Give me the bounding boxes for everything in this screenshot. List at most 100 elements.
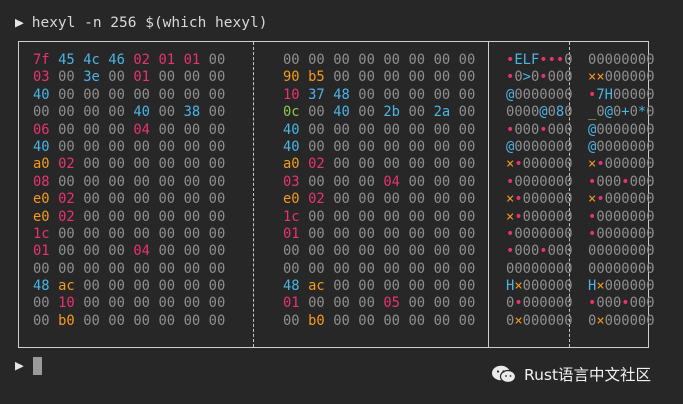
hex-bytes-left: 7f 45 4c 46 02 01 01 00 xyxy=(33,52,234,69)
hex-byte: b0 xyxy=(58,312,75,329)
ascii-left: H×000000 xyxy=(506,278,573,295)
hex-byte: 00 xyxy=(158,225,176,242)
hex-byte: 00 xyxy=(83,208,100,225)
hex-byte: 00 xyxy=(183,173,201,190)
hex-byte: 00 xyxy=(58,104,75,121)
hex-byte: 00 xyxy=(83,225,100,242)
hex-byte: 00 xyxy=(83,138,100,155)
hex-byte: 00 xyxy=(208,86,226,103)
ascii-left: ×•000000 xyxy=(506,208,573,225)
hex-byte: 40 xyxy=(33,86,50,103)
hex-byte: 00 xyxy=(333,278,350,295)
ascii-right: 00000000 xyxy=(588,52,655,68)
hex-byte: 00 xyxy=(408,208,426,225)
hex-byte: 00 xyxy=(283,312,300,329)
hex-byte: 00 xyxy=(133,86,150,103)
hex-byte: 00 xyxy=(183,156,201,173)
hex-byte: 05 xyxy=(383,295,400,312)
hex-bytes-right: e0 02 00 00 00 00 00 00 xyxy=(283,191,484,208)
hex-byte: 00 xyxy=(33,312,50,329)
hex-byte: 00 xyxy=(433,156,451,173)
hex-byte: 00 xyxy=(283,243,300,260)
hex-byte: 00 xyxy=(458,121,476,138)
hex-byte: 00 xyxy=(383,208,400,225)
hex-byte: 00 xyxy=(458,52,476,68)
hex-byte: 01 xyxy=(133,69,150,86)
ascii-left: 00000000 xyxy=(506,260,573,277)
hex-bytes-right: 90 b5 00 00 00 00 00 00 xyxy=(283,69,484,86)
hex-byte: 00 xyxy=(208,69,226,86)
hex-byte: 00 xyxy=(308,243,325,260)
hex-byte: 00 xyxy=(183,225,201,242)
hex-byte: 00 xyxy=(108,312,125,329)
hex-byte: 00 xyxy=(208,278,226,295)
hex-byte: 00 xyxy=(358,104,375,121)
hex-byte: 00 xyxy=(158,191,176,208)
terminal-cursor[interactable] xyxy=(33,357,42,375)
hex-byte: 00 xyxy=(308,138,325,155)
hex-byte: 04 xyxy=(133,243,150,260)
hex-byte: 00 xyxy=(158,295,176,312)
hex-bytes-left: 40 00 00 00 00 00 00 00 xyxy=(33,139,234,156)
hex-bytes-left: e0 02 00 00 00 00 00 00 xyxy=(33,191,234,208)
hex-byte: 00 xyxy=(433,225,451,242)
ascii-left: 0×000000 xyxy=(506,312,573,329)
hex-byte: 00 xyxy=(108,138,125,155)
hex-byte: 00 xyxy=(333,69,350,86)
hex-byte: 00 xyxy=(83,278,100,295)
hex-byte: 00 xyxy=(433,173,451,190)
hex-byte: 00 xyxy=(383,52,400,68)
hex-byte: 00 xyxy=(433,278,451,295)
hex-byte: 3e xyxy=(83,69,100,86)
ascii-right: ×•000000 xyxy=(588,191,655,208)
watermark-text: Rust语言中文社区 xyxy=(524,366,652,384)
hex-bytes-right: 03 00 00 00 04 00 00 00 xyxy=(283,174,484,191)
hex-byte: 00 xyxy=(358,243,375,260)
ascii-left: •000•000 xyxy=(506,243,573,260)
hex-byte: 00 xyxy=(158,104,176,121)
hex-byte: 45 xyxy=(58,52,75,68)
hex-byte: 00 xyxy=(158,173,176,190)
hex-byte: 00 xyxy=(458,173,476,190)
hex-byte: 00 xyxy=(408,295,426,312)
hex-byte: 00 xyxy=(358,208,375,225)
hex-byte: 00 xyxy=(358,278,375,295)
hex-byte: 00 xyxy=(408,69,426,86)
hex-byte: 08 xyxy=(33,173,50,190)
hex-byte: 00 xyxy=(333,52,350,68)
hex-byte: 7f xyxy=(33,52,50,68)
hex-byte: 02 xyxy=(58,208,75,225)
hex-bytes-left: 06 00 00 00 04 00 00 00 xyxy=(33,122,234,139)
ascii-left: 0•000000 xyxy=(506,295,573,312)
hex-byte: 40 xyxy=(133,104,150,121)
hex-bytes-left: 01 00 00 00 04 00 00 00 xyxy=(33,243,234,260)
hex-byte: 00 xyxy=(158,243,176,260)
hex-byte: 00 xyxy=(183,295,201,312)
hex-byte: 00 xyxy=(433,208,451,225)
hex-byte: 02 xyxy=(308,156,325,173)
hex-byte: 00 xyxy=(333,191,350,208)
hex-byte: 00 xyxy=(108,225,125,242)
hex-byte: 00 xyxy=(133,260,150,277)
hex-byte: 00 xyxy=(408,278,426,295)
hex-bytes-right: 0c 00 40 00 2b 00 2a 00 xyxy=(283,104,484,121)
hex-byte: 00 xyxy=(208,225,226,242)
hex-byte: 00 xyxy=(208,295,226,312)
hex-byte: 00 xyxy=(183,260,201,277)
hex-byte: 00 xyxy=(458,191,476,208)
hex-byte: 2b xyxy=(383,104,400,121)
hex-byte: 00 xyxy=(133,225,150,242)
hex-byte: 00 xyxy=(358,156,375,173)
hex-byte: ac xyxy=(308,278,325,295)
hex-byte: 00 xyxy=(433,243,451,260)
watermark: Rust语言中文社区 xyxy=(490,363,651,385)
hex-byte: 2a xyxy=(433,104,451,121)
hex-byte: 00 xyxy=(158,156,176,173)
hex-bytes-right: 01 00 00 00 00 00 00 00 xyxy=(283,226,484,243)
ascii-right: 00000000 xyxy=(588,243,655,260)
hex-byte: 00 xyxy=(383,243,400,260)
hex-byte: 00 xyxy=(133,295,150,312)
ascii-right: @0000000 xyxy=(588,121,655,138)
hex-byte: 00 xyxy=(333,121,350,138)
hex-byte: 00 xyxy=(358,138,375,155)
